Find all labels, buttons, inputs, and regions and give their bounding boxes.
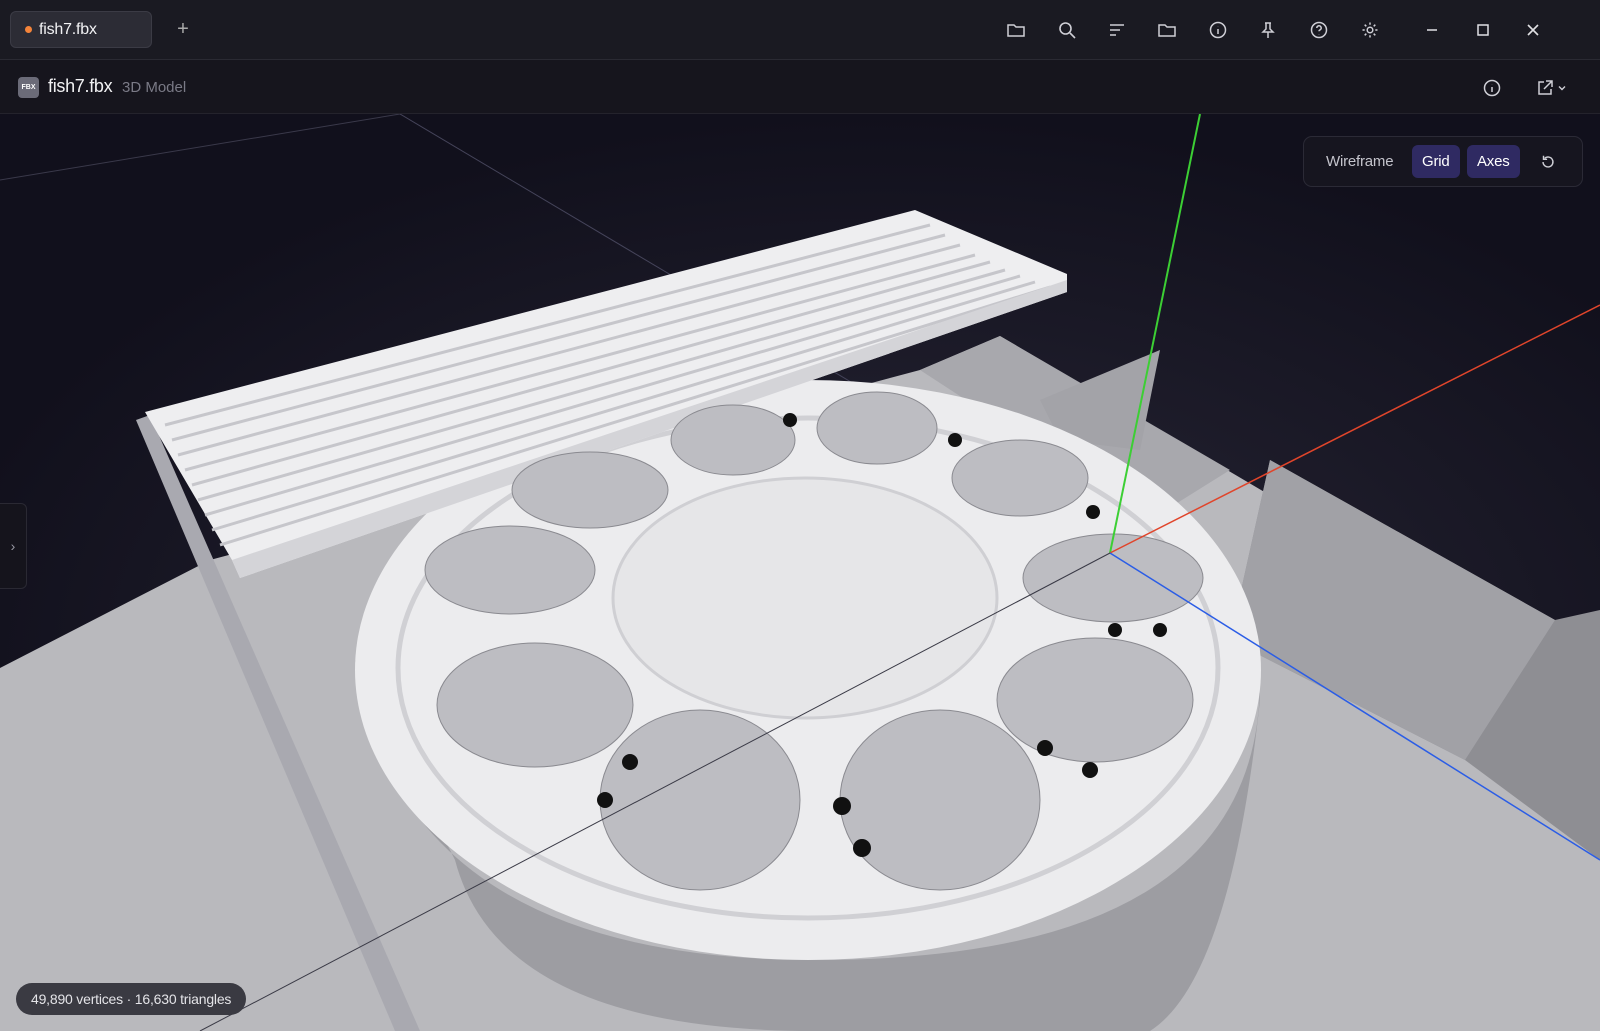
export-icon — [1538, 80, 1553, 95]
tab-fish7[interactable]: fish7.fbx — [10, 11, 152, 48]
mesh-stats: 49,890 vertices · 16,630 triangles — [16, 983, 247, 1015]
reset-view-button[interactable] — [1536, 150, 1560, 174]
file-type: 3D Model — [122, 79, 187, 96]
unsaved-dot — [25, 26, 32, 33]
tab-label: fish7.fbx — [39, 20, 97, 38]
grid-toggle[interactable]: Grid — [1412, 145, 1460, 178]
chevron-down-icon — [1558, 86, 1566, 91]
minimize-icon — [1427, 29, 1437, 31]
maximize-button[interactable] — [1469, 16, 1497, 44]
fbx-file-icon: FBX — [18, 77, 39, 98]
open-folder-icon[interactable] — [1005, 19, 1027, 41]
help-icon[interactable] — [1308, 19, 1330, 41]
3d-viewport[interactable] — [0, 114, 1600, 1031]
close-icon — [1527, 24, 1539, 36]
file-header: FBX fish7.fbx 3D Model — [0, 60, 1600, 114]
gear-icon[interactable] — [1359, 19, 1381, 41]
maximize-icon — [1477, 24, 1489, 36]
new-tab-button[interactable]: + — [172, 18, 194, 40]
viewer-toolbar: Wireframe Grid Axes — [1303, 136, 1583, 187]
side-panel-toggle[interactable]: › — [0, 503, 27, 589]
reset-view-icon — [1542, 155, 1554, 168]
file-name: fish7.fbx — [48, 76, 113, 96]
info-icon — [1483, 79, 1501, 97]
axes-toggle[interactable]: Axes — [1467, 145, 1520, 178]
info-icon[interactable] — [1207, 19, 1229, 41]
close-button[interactable] — [1519, 16, 1547, 44]
export-button[interactable] — [1533, 77, 1569, 99]
file-info-button[interactable] — [1482, 77, 1502, 99]
minimize-button[interactable] — [1418, 16, 1446, 44]
wireframe-toggle[interactable]: Wireframe — [1316, 145, 1403, 178]
title-bar: fish7.fbx + — [0, 0, 1600, 60]
search-icon[interactable] — [1056, 19, 1078, 41]
sort-icon[interactable] — [1106, 19, 1128, 41]
model-render — [0, 114, 1600, 1031]
pin-icon[interactable] — [1257, 19, 1279, 41]
folder-icon[interactable] — [1156, 19, 1178, 41]
